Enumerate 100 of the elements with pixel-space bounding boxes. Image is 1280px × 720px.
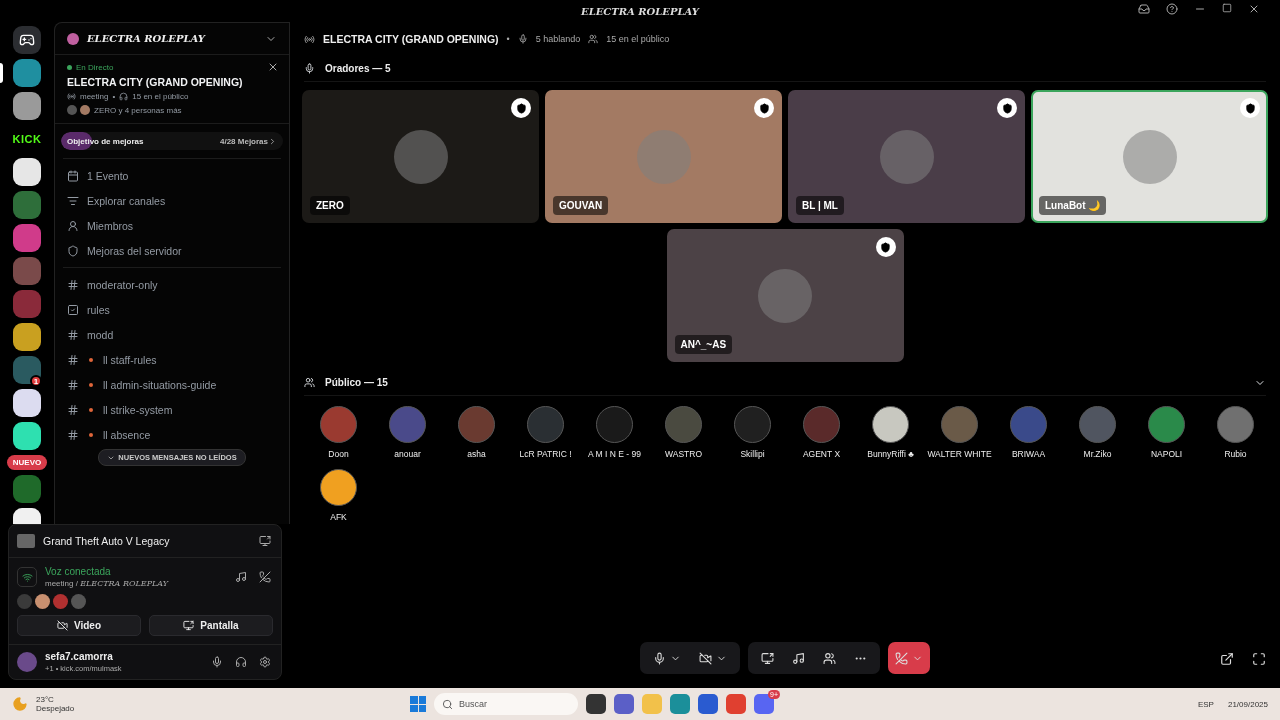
server-icon[interactable] xyxy=(13,323,41,351)
avatar[interactable] xyxy=(872,406,909,443)
speaking-count: 5 hablando xyxy=(535,34,581,44)
popout-icon[interactable] xyxy=(1220,652,1234,666)
audience-count: 15 en el público xyxy=(606,34,670,44)
screen-button[interactable]: Pantalla xyxy=(149,615,273,636)
fullscreen-icon[interactable] xyxy=(1252,652,1266,666)
help-icon[interactable] xyxy=(1166,3,1178,15)
chevron-icon xyxy=(268,136,277,146)
menu-item[interactable]: Mejoras del servidor xyxy=(63,238,281,263)
user-avatar[interactable] xyxy=(17,652,37,672)
boost-label: Objetivo de mejoras xyxy=(67,136,145,146)
notification-badge: 1 xyxy=(30,375,42,387)
users-icon xyxy=(304,377,315,388)
app-icon[interactable] xyxy=(614,694,634,714)
weather: Despejado xyxy=(36,704,75,713)
voice-location[interactable]: meeting / ELECTRA ROLEPLAY xyxy=(45,579,225,588)
speaker-tile[interactable]: BL | ML xyxy=(788,90,1025,223)
server-icon[interactable] xyxy=(13,422,41,450)
username: sefa7.camorra xyxy=(45,651,114,662)
hang-up-icon xyxy=(895,651,908,665)
channel-item[interactable]: rules xyxy=(63,297,281,322)
settings-icon xyxy=(259,656,271,668)
members-icon xyxy=(67,219,79,232)
audience-name: AFK xyxy=(330,512,347,522)
server-icon[interactable] xyxy=(13,92,41,120)
avatar[interactable] xyxy=(320,469,357,506)
hash-icon xyxy=(67,278,79,291)
speaker-tile[interactable]: AN^_~AS xyxy=(666,229,904,362)
server-name[interactable]: ELECTRA ROLEPLAY xyxy=(87,33,257,44)
menu-item[interactable]: 1 Evento xyxy=(63,163,281,188)
boost-count: 4/28 Mejoras xyxy=(219,136,277,146)
hash-icon xyxy=(67,428,79,441)
audience-name: A M I N E - 99 xyxy=(588,449,641,459)
channel-name: meeting xyxy=(80,92,109,101)
start-icon[interactable] xyxy=(410,696,426,712)
game-title: Grand Theft Auto V Legacy xyxy=(43,535,171,547)
users-icon xyxy=(588,34,599,44)
hash-icon xyxy=(67,378,79,391)
close-icon[interactable] xyxy=(1248,3,1260,15)
moderator-icon xyxy=(875,237,896,257)
app-icon[interactable] xyxy=(698,694,718,714)
mic-icon xyxy=(653,651,666,665)
music-icon xyxy=(235,571,247,583)
channel-item[interactable]: modd xyxy=(63,322,281,347)
hangup-button[interactable] xyxy=(888,642,930,674)
close-button[interactable] xyxy=(267,61,279,73)
camera-off-icon xyxy=(56,620,68,631)
moderator-icon xyxy=(754,98,774,118)
list-icon xyxy=(67,194,79,207)
speaker-tile[interactable]: ZERO xyxy=(302,90,539,223)
moon-icon xyxy=(12,696,28,712)
speaker-tile[interactable]: GOUVAN xyxy=(545,90,782,223)
temperature: 23°C xyxy=(36,695,55,704)
hash-icon xyxy=(67,403,79,416)
maximize-icon[interactable] xyxy=(1222,3,1232,13)
mic-icon xyxy=(304,63,315,74)
stream-button[interactable] xyxy=(257,533,273,549)
server-icon[interactable] xyxy=(13,158,41,186)
speaker-name: GOUVAN xyxy=(553,196,609,215)
language[interactable]: ESP xyxy=(1197,699,1214,709)
users-icon xyxy=(823,651,836,665)
camera-off-icon xyxy=(699,651,712,665)
headphones-icon xyxy=(235,656,247,668)
channel-item[interactable]: ll staff-rules xyxy=(63,347,281,372)
home-button[interactable] xyxy=(13,26,41,54)
speakers-summary: ZERO y 4 personas más xyxy=(94,105,182,115)
separator: • xyxy=(112,92,116,101)
headphones-icon xyxy=(119,92,129,101)
channel-item[interactable]: moderator-only xyxy=(63,272,281,297)
video-button[interactable]: Video xyxy=(17,615,141,636)
audience-name: Doon xyxy=(328,449,349,459)
mic-icon xyxy=(517,34,528,44)
audience-name: BRIWAA xyxy=(1011,449,1046,459)
channel-item[interactable]: ll absence xyxy=(63,422,281,447)
rules-icon xyxy=(67,303,79,316)
audience-name: Mr.Ziko xyxy=(1083,449,1112,459)
boost-goal[interactable]: Objetivo de mejoras 4/28 Mejoras xyxy=(61,132,283,150)
menu-item[interactable]: Miembros xyxy=(63,213,281,238)
hash-icon xyxy=(67,353,79,366)
search-field[interactable]: Buscar xyxy=(434,693,578,715)
channel-item[interactable]: ll admin-situations-guide xyxy=(63,372,281,397)
window-title: ELECTRA ROLEPLAY xyxy=(581,5,699,17)
server-logo[interactable]: KICK xyxy=(12,125,42,153)
moderator-icon xyxy=(1240,98,1260,118)
noise-button[interactable] xyxy=(233,569,249,585)
headphones-button[interactable] xyxy=(233,654,249,670)
audience-name: BunnyRiffi ♣ xyxy=(867,449,914,459)
menu-item[interactable]: Explorar canales xyxy=(63,188,281,213)
server-icon[interactable] xyxy=(13,389,41,417)
new-badge: NUEVO xyxy=(6,455,48,470)
music-icon xyxy=(792,651,805,665)
date[interactable]: 21/09/2025 xyxy=(1227,699,1268,709)
app-icon[interactable] xyxy=(586,694,606,714)
disconnect-button[interactable] xyxy=(257,569,273,585)
inbox-icon[interactable] xyxy=(1138,3,1150,15)
channel-item[interactable]: ll strike-system xyxy=(63,397,281,422)
controller-icon xyxy=(19,32,35,48)
settings-button[interactable] xyxy=(257,654,273,670)
speaker-tile[interactable]: LunaBot 🌙 xyxy=(1031,90,1268,223)
